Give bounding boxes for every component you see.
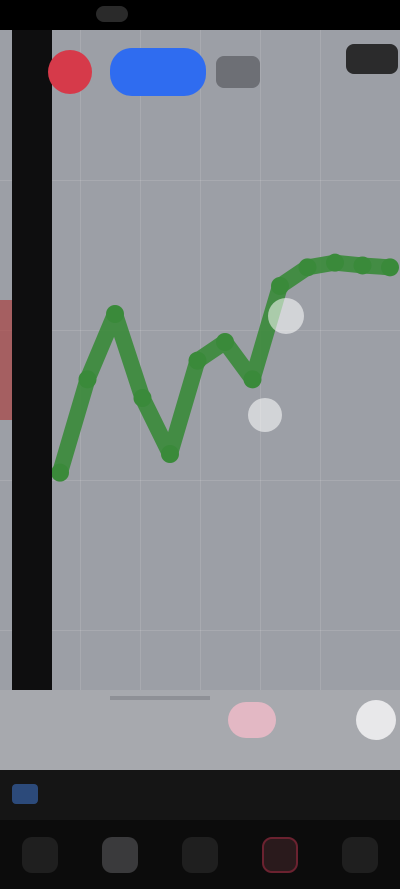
nav-menu[interactable]	[338, 833, 382, 877]
bottom-nav	[0, 820, 400, 889]
buy-button[interactable]	[110, 48, 206, 96]
list-icon	[182, 836, 218, 873]
chart-icon	[22, 836, 58, 873]
chart-marker	[268, 298, 304, 334]
price-chart	[51, 253, 399, 482]
series-point	[298, 258, 317, 277]
series-point	[271, 277, 289, 295]
bell-icon	[262, 836, 298, 873]
series-point	[106, 305, 124, 323]
info-badge	[12, 784, 38, 804]
menu-button[interactable]	[346, 44, 398, 74]
home-icon	[102, 836, 138, 873]
series-point	[78, 370, 97, 389]
bottom-controls	[0, 690, 400, 770]
chart-area[interactable]	[0, 30, 400, 770]
time-scrubber[interactable]	[110, 696, 210, 700]
chart-marker	[248, 398, 282, 432]
left-edge-marker	[0, 300, 12, 420]
nav-list[interactable]	[178, 833, 222, 877]
status-bar	[0, 0, 400, 30]
nav-alerts[interactable]	[258, 833, 302, 877]
series-point	[381, 258, 399, 277]
series-point	[243, 370, 262, 389]
nav-home[interactable]	[98, 833, 142, 877]
top-toolbar	[40, 42, 400, 102]
mode-toggle[interactable]	[216, 56, 260, 88]
nav-chart[interactable]	[18, 833, 62, 877]
series-point	[133, 389, 152, 407]
series-point	[353, 256, 372, 275]
sell-button[interactable]	[48, 50, 92, 94]
series-point	[216, 333, 234, 351]
price-scale-rail[interactable]	[12, 30, 52, 720]
alert-button[interactable]	[228, 702, 276, 738]
series-point	[51, 463, 69, 482]
series-line	[52, 254, 398, 481]
add-button[interactable]	[356, 700, 396, 740]
info-bar	[0, 770, 400, 820]
series-point	[161, 445, 179, 463]
status-notch	[96, 6, 128, 22]
series-point	[326, 253, 344, 272]
series-point	[188, 351, 207, 370]
menu-icon	[342, 836, 378, 873]
